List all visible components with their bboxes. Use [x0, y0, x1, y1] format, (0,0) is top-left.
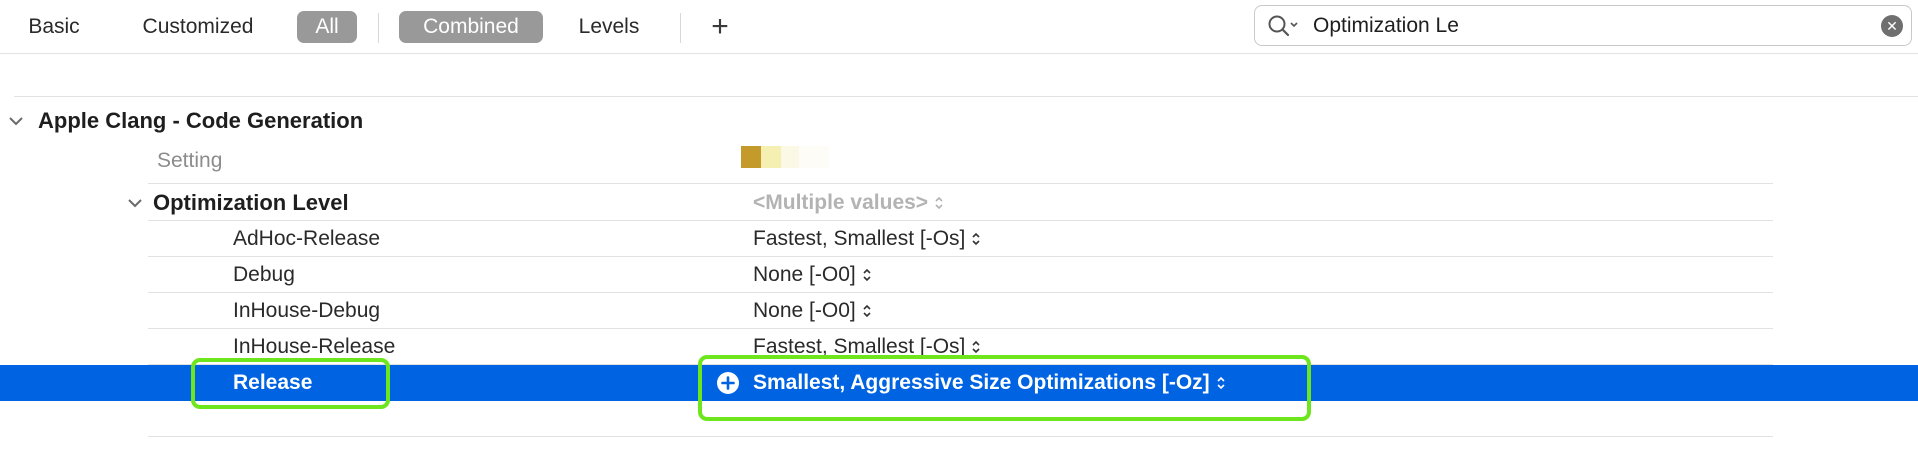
setting-value: <Multiple values>: [753, 191, 929, 214]
column-header-divider: [148, 183, 1773, 184]
add-setting-button[interactable]: +: [703, 8, 737, 46]
setting-name: Optimization Level: [153, 190, 349, 215]
view-levels[interactable]: Levels: [566, 11, 652, 43]
toolbar: Basic Customized All Combined Levels + O…: [0, 0, 1918, 54]
filter-basic[interactable]: Basic: [16, 11, 92, 43]
redacted-column-header: [741, 146, 861, 170]
section-divider: [14, 96, 1918, 97]
toolbar-divider: [680, 13, 681, 43]
view-combined[interactable]: Combined: [399, 11, 543, 43]
up-down-arrows-icon: [863, 305, 871, 318]
magnifier-icon[interactable]: [1267, 14, 1301, 43]
up-down-arrows-icon: [935, 197, 943, 210]
config-value-popup[interactable]: None [-O0]: [753, 293, 872, 329]
config-name: Debug: [233, 263, 295, 286]
config-row[interactable]: Debug None [-O0]: [0, 257, 1918, 293]
config-value: Fastest, Smallest [-Os]: [753, 227, 966, 250]
config-value: None [-O0]: [753, 299, 856, 322]
highlight-box-config-name: [191, 358, 390, 409]
config-value-popup[interactable]: None [-O0]: [753, 257, 872, 293]
setting-row-optimization-level[interactable]: Optimization Level <Multiple values>: [0, 185, 1918, 221]
search-field[interactable]: Optimization Le ✕: [1254, 5, 1912, 46]
chevron-down-icon[interactable]: [127, 197, 143, 209]
clear-icon[interactable]: ✕: [1881, 15, 1903, 37]
up-down-arrows-icon: [863, 269, 871, 282]
up-down-arrows-icon: [972, 233, 980, 246]
chevron-down-icon[interactable]: [8, 115, 24, 127]
setting-value-popup[interactable]: <Multiple values>: [753, 185, 944, 221]
table-bottom-divider: [148, 436, 1773, 437]
filter-all[interactable]: All: [297, 11, 357, 43]
group-title: Apple Clang - Code Generation: [38, 108, 364, 133]
search-input[interactable]: Optimization Le: [1313, 6, 1459, 45]
config-name: InHouse-Debug: [233, 299, 381, 322]
config-value: None [-O0]: [753, 263, 856, 286]
config-row[interactable]: InHouse-Debug None [-O0]: [0, 293, 1918, 329]
filter-customized[interactable]: Customized: [128, 11, 268, 43]
toolbar-divider: [378, 13, 379, 43]
up-down-arrows-icon: [972, 341, 980, 354]
column-header-setting: Setting: [157, 149, 223, 172]
config-row[interactable]: AdHoc-Release Fastest, Smallest [-Os]: [0, 221, 1918, 257]
highlight-box-config-value: [698, 355, 1311, 421]
config-name: AdHoc-Release: [233, 227, 381, 250]
config-value-popup[interactable]: Fastest, Smallest [-Os]: [753, 221, 981, 257]
